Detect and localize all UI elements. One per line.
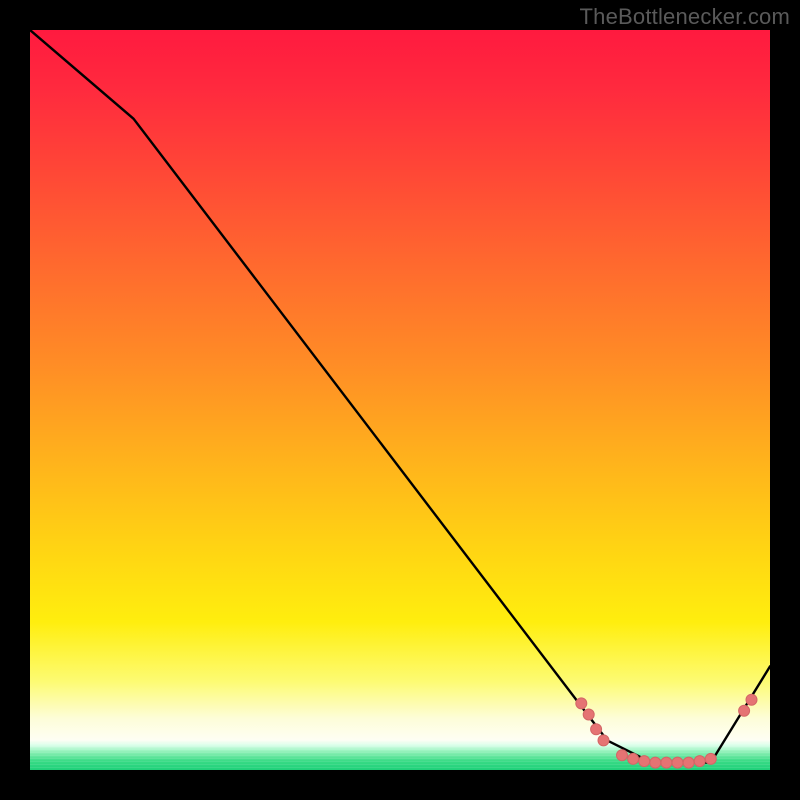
data-marker xyxy=(694,756,705,767)
data-marker xyxy=(739,705,750,716)
chart-frame: TheBottlenecker.com xyxy=(0,0,800,800)
data-marker xyxy=(672,757,683,768)
data-marker xyxy=(705,753,716,764)
data-marker xyxy=(746,694,757,705)
data-marker xyxy=(628,753,639,764)
data-marker xyxy=(576,698,587,709)
data-marker xyxy=(661,757,672,768)
data-marker xyxy=(583,709,594,720)
data-marker xyxy=(683,757,694,768)
chart-svg xyxy=(30,30,770,770)
plot-area xyxy=(30,30,770,770)
data-marker xyxy=(650,757,661,768)
chart-line xyxy=(30,30,770,763)
data-marker xyxy=(598,735,609,746)
watermark-text: TheBottlenecker.com xyxy=(580,4,790,30)
data-marker xyxy=(617,750,628,761)
data-marker xyxy=(639,756,650,767)
data-marker xyxy=(591,724,602,735)
